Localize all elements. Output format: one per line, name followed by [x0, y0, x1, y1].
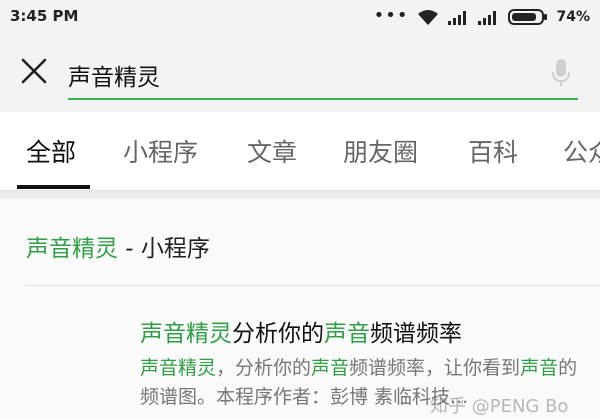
- tab-official-accounts[interactable]: 公众: [563, 133, 600, 169]
- result-title[interactable]: 声音精灵分析你的声音频谱频率: [140, 314, 462, 348]
- result-title-text: 分析你的: [232, 321, 324, 347]
- section-divider: [0, 191, 600, 199]
- snippet-text-2: 频谱频率，让你看到: [349, 357, 521, 379]
- tab-mini-programs[interactable]: 小程序: [123, 133, 198, 169]
- battery-icon: [508, 9, 548, 25]
- tab-encyclopedia[interactable]: 百科: [468, 133, 518, 169]
- tab-all[interactable]: 全部: [26, 133, 76, 169]
- result-title-highlight: 声音精灵: [140, 321, 232, 347]
- close-icon[interactable]: [18, 55, 50, 87]
- snippet-highlight-3: 声音: [520, 357, 559, 379]
- signal-icon-2: [478, 11, 497, 25]
- tab-moments[interactable]: 朋友圈: [343, 133, 418, 169]
- section-heading-suffix: - 小程序: [118, 236, 210, 262]
- watermark: 知乎 @PENG Bo: [430, 396, 569, 417]
- wifi-icon: [418, 10, 439, 25]
- snippet-highlight: 声音精灵: [140, 357, 217, 379]
- active-tab-indicator: [17, 185, 90, 189]
- results-panel: 声音精灵 - 小程序 声音精灵分析你的声音频谱频率 声音精灵，分析你的声音频谱频…: [0, 199, 600, 417]
- waveform-icon[interactable]: [28, 319, 116, 397]
- battery-percent: 74%: [556, 9, 590, 25]
- result-title-highlight-2: 声音: [324, 321, 370, 347]
- snippet-highlight-2: 声音: [311, 357, 350, 379]
- status-icons: ••• 74%: [374, 5, 590, 29]
- search-bar: 声音精灵: [0, 34, 600, 112]
- section-heading-highlight: 声音精灵: [26, 236, 118, 262]
- snippet-text: ，分析你的: [216, 357, 312, 379]
- status-time: 3:45 PM: [10, 7, 79, 25]
- tab-articles[interactable]: 文章: [247, 133, 297, 169]
- divider: [26, 285, 600, 286]
- search-query[interactable]: 声音精灵: [68, 58, 160, 92]
- result-title-text-2: 频谱频率: [370, 321, 462, 347]
- section-heading: 声音精灵 - 小程序: [26, 229, 210, 263]
- category-tabs: 全部 小程序 文章 朋友圈 百科 公众: [0, 112, 600, 191]
- mic-icon[interactable]: [550, 58, 572, 88]
- signal-icon: [448, 11, 467, 25]
- search-input[interactable]: 声音精灵: [68, 54, 578, 100]
- status-bar: 3:45 PM ••• 74%: [0, 0, 600, 34]
- more-dots-icon: •••: [373, 4, 409, 26]
